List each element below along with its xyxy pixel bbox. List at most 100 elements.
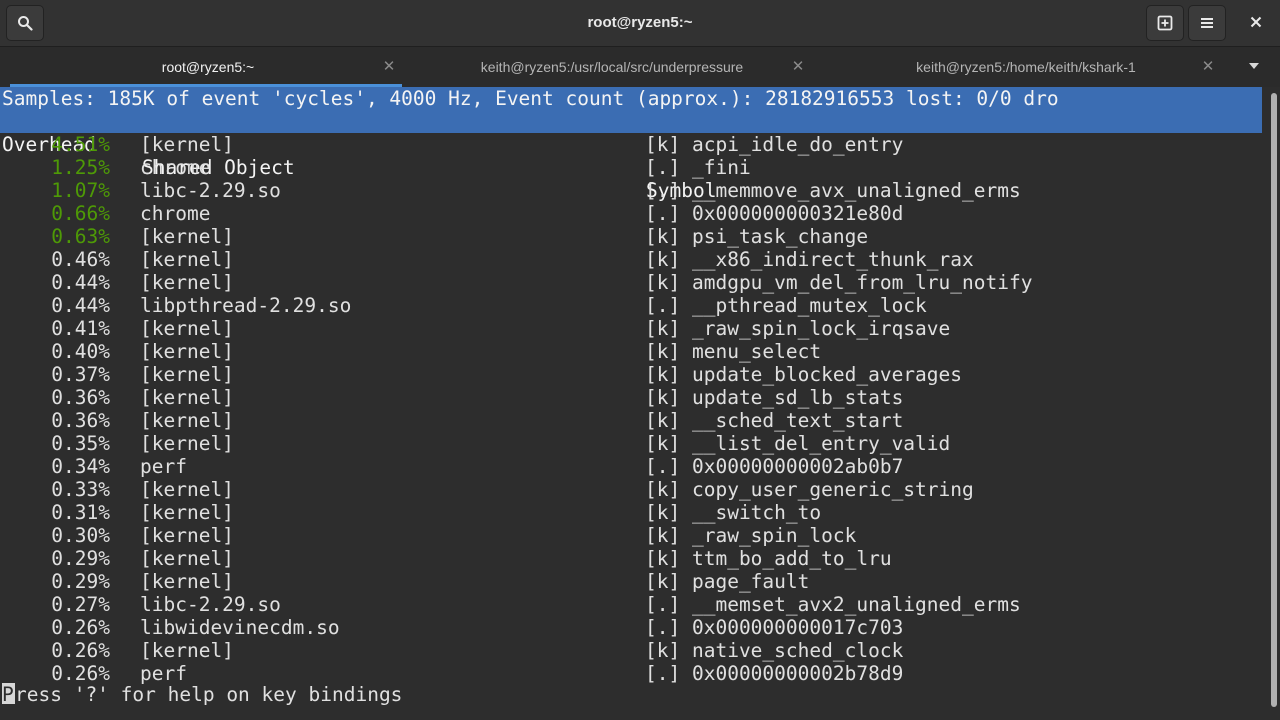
table-row[interactable]: 0.26% perf [.] 0x00000000002b78d9 [0, 662, 1262, 685]
symbol-type: [k] [645, 133, 681, 156]
symbol-cell: [.] 0x00000000002b78d9 [645, 662, 903, 685]
perf-header: Samples: 185K of event 'cycles', 4000 Hz… [0, 87, 1262, 202]
symbol-cell: [k] __x86_indirect_thunk_rax [645, 248, 974, 271]
symbol-name: 0x00000000002ab0b7 [691, 455, 904, 478]
tab-label: keith@ryzen5:/home/keith/kshark-1 [916, 59, 1136, 75]
symbol-cell: [k] __list_del_entry_valid [645, 432, 950, 455]
tab-close-icon[interactable]: ✕ [790, 59, 806, 75]
symbol-name: __memmove_avx_unaligned_erms [691, 179, 1021, 202]
overhead-value: 0.33% [51, 478, 110, 501]
tab-close-icon[interactable]: ✕ [1200, 59, 1216, 75]
help-hint: ress '?' for help on key bindings [15, 683, 403, 706]
table-row[interactable]: 0.26% [kernel] [k] native_sched_clock [0, 639, 1262, 662]
shared-object: [kernel] [140, 524, 234, 547]
window-close-button[interactable] [1238, 5, 1274, 39]
symbol-name: _raw_spin_lock_irqsave [691, 317, 951, 340]
symbol-cell: [.] _fini [645, 156, 751, 179]
symbol-cell: [.] __pthread_mutex_lock [645, 294, 927, 317]
table-row[interactable]: 0.66% chrome [.] 0x000000000321e80d [0, 202, 1262, 225]
symbol-type: [k] [645, 570, 681, 593]
table-row[interactable]: 0.26% libwidevinecdm.so [.] 0x000000000017… [0, 616, 1262, 639]
symbol-cell: [k] _raw_spin_lock [645, 524, 856, 547]
symbol-cell: [k] __switch_to [645, 501, 821, 524]
shared-object: perf [140, 662, 187, 685]
table-row[interactable]: 0.35% [kernel] [k] __list_del_entry_valid [0, 432, 1262, 455]
overhead-value: 0.26% [51, 616, 110, 639]
shared-object: [kernel] [140, 386, 234, 409]
symbol-type: [k] [645, 386, 681, 409]
symbol-cell: [k] native_sched_clock [645, 639, 903, 662]
tab-close-icon[interactable]: ✕ [381, 59, 397, 75]
symbol-name: __x86_indirect_thunk_rax [691, 248, 974, 271]
symbol-type: [.] [645, 179, 681, 202]
symbol-name: update_blocked_averages [691, 363, 963, 386]
title-bar: root@ryzen5:~ [0, 0, 1280, 47]
symbol-type: [k] [645, 524, 681, 547]
shared-object: [kernel] [140, 478, 234, 501]
table-row[interactable]: 1.25% chrome [.] _fini [0, 156, 1262, 179]
overhead-value: 0.36% [51, 386, 110, 409]
table-row[interactable]: 0.41% [kernel] [k] _raw_spin_lock_irqsave [0, 317, 1262, 340]
symbol-cell: [k] menu_select [645, 340, 821, 363]
tab-underpressure[interactable]: keith@ryzen5:/usr/local/src/underpressur… [412, 47, 824, 87]
symbol-type: [k] [645, 363, 681, 386]
scrollbar-thumb[interactable] [1271, 93, 1277, 707]
overhead-value: 0.29% [51, 547, 110, 570]
symbol-type: [.] [645, 156, 681, 179]
terminal-output[interactable]: Samples: 185K of event 'cycles', 4000 Hz… [0, 87, 1280, 720]
symbol-type: [k] [645, 547, 681, 570]
tabs-dropdown-button[interactable] [1248, 59, 1260, 73]
table-row[interactable]: 1.07% libc-2.29.so [.] __memmove_avx_unali… [0, 179, 1262, 202]
table-row[interactable]: 0.34% perf [.] 0x00000000002ab0b7 [0, 455, 1262, 478]
table-row[interactable]: 0.29% [kernel] [k] ttm_bo_add_to_lru [0, 547, 1262, 570]
symbol-cell: [k] acpi_idle_do_entry [645, 133, 903, 156]
shared-object: [kernel] [140, 363, 234, 386]
symbol-name: page_fault [691, 570, 810, 593]
overhead-value: 0.46% [51, 248, 110, 271]
table-row[interactable]: 0.44% [kernel] [k] amdgpu_vm_del_from_lru_… [0, 271, 1262, 294]
new-tab-button[interactable] [1146, 5, 1184, 41]
tab-label: keith@ryzen5:/usr/local/src/underpressur… [480, 59, 744, 75]
table-row[interactable]: 0.36% [kernel] [k] __sched_text_start [0, 409, 1262, 432]
overhead-value: 1.07% [51, 179, 110, 202]
table-row[interactable]: 0.29% [kernel] [k] page_fault [0, 570, 1262, 593]
overhead-value: 0.40% [51, 340, 110, 363]
shared-object: libc-2.29.so [140, 179, 281, 202]
symbol-type: [k] [645, 501, 681, 524]
overhead-value: 0.27% [51, 593, 110, 616]
symbol-name: update_sd_lb_stats [691, 386, 904, 409]
symbol-type: [.] [645, 593, 681, 616]
symbol-type: [.] [645, 616, 681, 639]
table-row[interactable]: 0.63% [kernel] [k] psi_task_change [0, 225, 1262, 248]
table-row[interactable]: 4.51% [kernel] [k] acpi_idle_do_entry [0, 133, 1262, 156]
tab-root-home[interactable]: root@ryzen5:~ ✕ [0, 47, 412, 87]
shared-object: [kernel] [140, 248, 234, 271]
shared-object: libwidevinecdm.so [140, 616, 340, 639]
table-row[interactable]: 0.37% [kernel] [k] update_blocked_averages [0, 363, 1262, 386]
table-row[interactable]: 0.36% [kernel] [k] update_sd_lb_stats [0, 386, 1262, 409]
table-row[interactable]: 0.46% [kernel] [k] __x86_indirect_thunk_ra… [0, 248, 1262, 271]
symbol-cell: [.] __memmove_avx_unaligned_erms [645, 179, 1021, 202]
terminal-cursor: P [2, 683, 15, 706]
tab-label: root@ryzen5:~ [161, 59, 255, 75]
shared-object: [kernel] [140, 271, 234, 294]
shared-object: [kernel] [140, 409, 234, 432]
table-row[interactable]: 0.27% libc-2.29.so [.] __memset_avx2_unali… [0, 593, 1262, 616]
table-row[interactable]: 0.44% libpthread-2.29.so [.] __pthread_mut… [0, 294, 1262, 317]
menu-button[interactable] [1188, 5, 1226, 41]
symbol-type: [.] [645, 202, 681, 225]
table-row[interactable]: 0.30% [kernel] [k] _raw_spin_lock [0, 524, 1262, 547]
symbol-cell: [k] __sched_text_start [645, 409, 903, 432]
symbol-cell: [k] ttm_bo_add_to_lru [645, 547, 892, 570]
new-tab-icon [1157, 15, 1173, 31]
table-row[interactable]: 0.40% [kernel] [k] menu_select [0, 340, 1262, 363]
overhead-value: 4.51% [51, 133, 110, 156]
symbol-name: _raw_spin_lock [691, 524, 857, 547]
symbol-cell: [.] __memset_avx2_unaligned_erms [645, 593, 1021, 616]
overhead-value: 0.29% [51, 570, 110, 593]
tab-kshark[interactable]: keith@ryzen5:/home/keith/kshark-1 ✕ [824, 47, 1236, 87]
table-row[interactable]: 0.33% [kernel] [k] copy_user_generic_strin… [0, 478, 1262, 501]
shared-object: [kernel] [140, 340, 234, 363]
symbol-name: copy_user_generic_string [691, 478, 974, 501]
table-row[interactable]: 0.31% [kernel] [k] __switch_to [0, 501, 1262, 524]
